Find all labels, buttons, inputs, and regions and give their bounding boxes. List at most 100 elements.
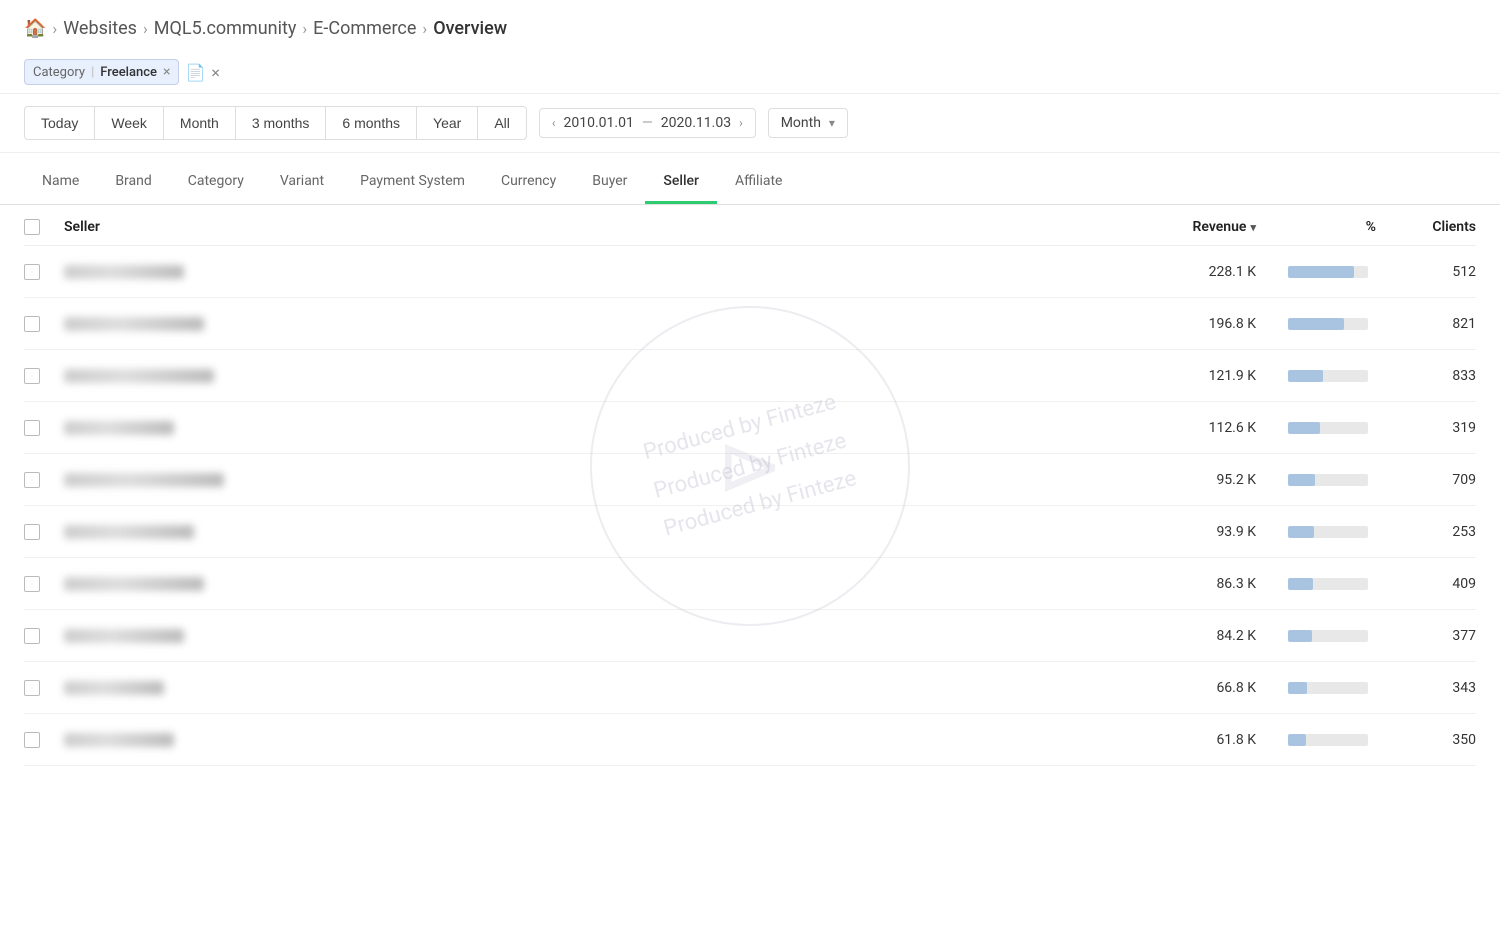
- percent-bar-fill: [1288, 474, 1315, 486]
- row-seller-cell: [64, 525, 1096, 539]
- row-checkbox-cell[interactable]: [24, 420, 64, 436]
- seller-name-blurred: [64, 265, 184, 279]
- row-seller-cell: [64, 421, 1096, 435]
- time-btn-all[interactable]: All: [477, 106, 527, 140]
- row-revenue-cell: 112.6 K: [1096, 420, 1256, 436]
- row-checkbox[interactable]: [24, 420, 40, 436]
- row-clients-cell: 343: [1376, 680, 1476, 696]
- row-seller-cell: [64, 681, 1096, 695]
- row-clients-cell: 350: [1376, 732, 1476, 748]
- row-clients-cell: 709: [1376, 472, 1476, 488]
- row-checkbox[interactable]: [24, 368, 40, 384]
- row-checkbox-cell[interactable]: [24, 264, 64, 280]
- breadcrumb-sep-3: ›: [302, 19, 307, 38]
- time-btn-today[interactable]: Today: [24, 106, 95, 140]
- breadcrumb-websites[interactable]: Websites: [63, 18, 137, 39]
- percent-bar-fill: [1288, 734, 1306, 746]
- tab-variant[interactable]: Variant: [262, 161, 342, 204]
- table-header: Seller Revenue ▾ % Clients: [24, 205, 1476, 246]
- row-checkbox[interactable]: [24, 524, 40, 540]
- date-range-prev-icon[interactable]: ‹: [552, 116, 556, 130]
- percent-bar-fill: [1288, 422, 1320, 434]
- granularity-chevron-icon: ▾: [829, 116, 835, 130]
- granularity-value: Month: [781, 115, 821, 131]
- percent-bar-fill: [1288, 682, 1307, 694]
- tab-brand[interactable]: Brand: [97, 161, 169, 204]
- percent-bar-fill: [1288, 526, 1314, 538]
- table-row[interactable]: 61.8 K 350: [24, 714, 1476, 766]
- tab-seller[interactable]: Seller: [645, 161, 717, 204]
- row-checkbox[interactable]: [24, 628, 40, 644]
- table-body: 228.1 K 512 196.8 K 821 121.9 K: [24, 246, 1476, 766]
- tab-category[interactable]: Category: [170, 161, 262, 204]
- row-clients-cell: 833: [1376, 368, 1476, 384]
- row-percent-cell: [1256, 318, 1376, 330]
- row-checkbox[interactable]: [24, 472, 40, 488]
- row-revenue-cell: 95.2 K: [1096, 472, 1256, 488]
- breadcrumb-mql5[interactable]: MQL5.community: [154, 18, 297, 39]
- row-percent-cell: [1256, 578, 1376, 590]
- percent-bar: [1288, 474, 1368, 486]
- seller-name-blurred: [64, 629, 184, 643]
- row-revenue-cell: 93.9 K: [1096, 524, 1256, 540]
- row-checkbox-cell[interactable]: [24, 680, 64, 696]
- row-checkbox-cell[interactable]: [24, 472, 64, 488]
- row-checkbox-cell[interactable]: [24, 368, 64, 384]
- time-btn-year[interactable]: Year: [416, 106, 478, 140]
- filter-document-icon[interactable]: 📄: [185, 63, 205, 82]
- time-btn-3months[interactable]: 3 months: [235, 106, 327, 140]
- table-row[interactable]: 86.3 K 409: [24, 558, 1476, 610]
- row-checkbox[interactable]: [24, 316, 40, 332]
- tab-payment-system[interactable]: Payment System: [342, 161, 483, 204]
- table-row[interactable]: 66.8 K 343: [24, 662, 1476, 714]
- row-checkbox[interactable]: [24, 264, 40, 280]
- row-revenue-cell: 61.8 K: [1096, 732, 1256, 748]
- percent-bar-fill: [1288, 630, 1312, 642]
- home-icon[interactable]: 🏠: [24, 18, 46, 39]
- time-btn-week[interactable]: Week: [94, 106, 164, 140]
- table-row[interactable]: 93.9 K 253: [24, 506, 1476, 558]
- breadcrumb-sep-1: ›: [52, 19, 57, 38]
- percent-bar: [1288, 630, 1368, 642]
- row-seller-cell: [64, 369, 1096, 383]
- time-btn-month[interactable]: Month: [163, 106, 236, 140]
- row-checkbox-cell[interactable]: [24, 316, 64, 332]
- date-range-picker[interactable]: ‹ 2010.01.01 — 2020.11.03 ›: [539, 108, 756, 138]
- table-row[interactable]: 95.2 K 709: [24, 454, 1476, 506]
- table-row[interactable]: 196.8 K 821: [24, 298, 1476, 350]
- filter-tag-label: Category: [33, 65, 85, 80]
- date-range-end: 2020.11.03: [661, 115, 731, 131]
- tab-affiliate[interactable]: Affiliate: [717, 161, 801, 204]
- filter-tag-close-icon[interactable]: ×: [163, 64, 170, 80]
- col-header-revenue[interactable]: Revenue ▾: [1096, 219, 1256, 235]
- row-checkbox[interactable]: [24, 680, 40, 696]
- row-percent-cell: [1256, 266, 1376, 278]
- row-checkbox[interactable]: [24, 576, 40, 592]
- time-btn-6months[interactable]: 6 months: [325, 106, 417, 140]
- seller-name-blurred: [64, 317, 204, 331]
- row-checkbox[interactable]: [24, 732, 40, 748]
- breadcrumb-ecommerce[interactable]: E-Commerce: [313, 18, 416, 39]
- table-row[interactable]: 121.9 K 833: [24, 350, 1476, 402]
- filter-clear-icon[interactable]: ×: [211, 63, 220, 82]
- row-revenue-cell: 84.2 K: [1096, 628, 1256, 644]
- date-range-next-icon[interactable]: ›: [739, 116, 743, 130]
- header-checkbox-cell[interactable]: [24, 219, 64, 235]
- tab-buyer[interactable]: Buyer: [574, 161, 645, 204]
- table-row[interactable]: 228.1 K 512: [24, 246, 1476, 298]
- row-checkbox-cell[interactable]: [24, 524, 64, 540]
- date-range-separator: —: [642, 115, 653, 131]
- tab-name[interactable]: Name: [24, 161, 97, 204]
- row-clients-cell: 512: [1376, 264, 1476, 280]
- select-all-checkbox[interactable]: [24, 219, 40, 235]
- tabs-bar: Name Brand Category Variant Payment Syst…: [0, 161, 1500, 205]
- filter-tag[interactable]: Category | Freelance ×: [24, 59, 179, 85]
- row-checkbox-cell[interactable]: [24, 732, 64, 748]
- tab-currency[interactable]: Currency: [483, 161, 574, 204]
- row-checkbox-cell[interactable]: [24, 628, 64, 644]
- table-row[interactable]: 112.6 K 319: [24, 402, 1476, 454]
- granularity-select[interactable]: Month ▾: [768, 108, 848, 138]
- filter-tag-divider: |: [91, 65, 94, 80]
- table-row[interactable]: 84.2 K 377: [24, 610, 1476, 662]
- row-checkbox-cell[interactable]: [24, 576, 64, 592]
